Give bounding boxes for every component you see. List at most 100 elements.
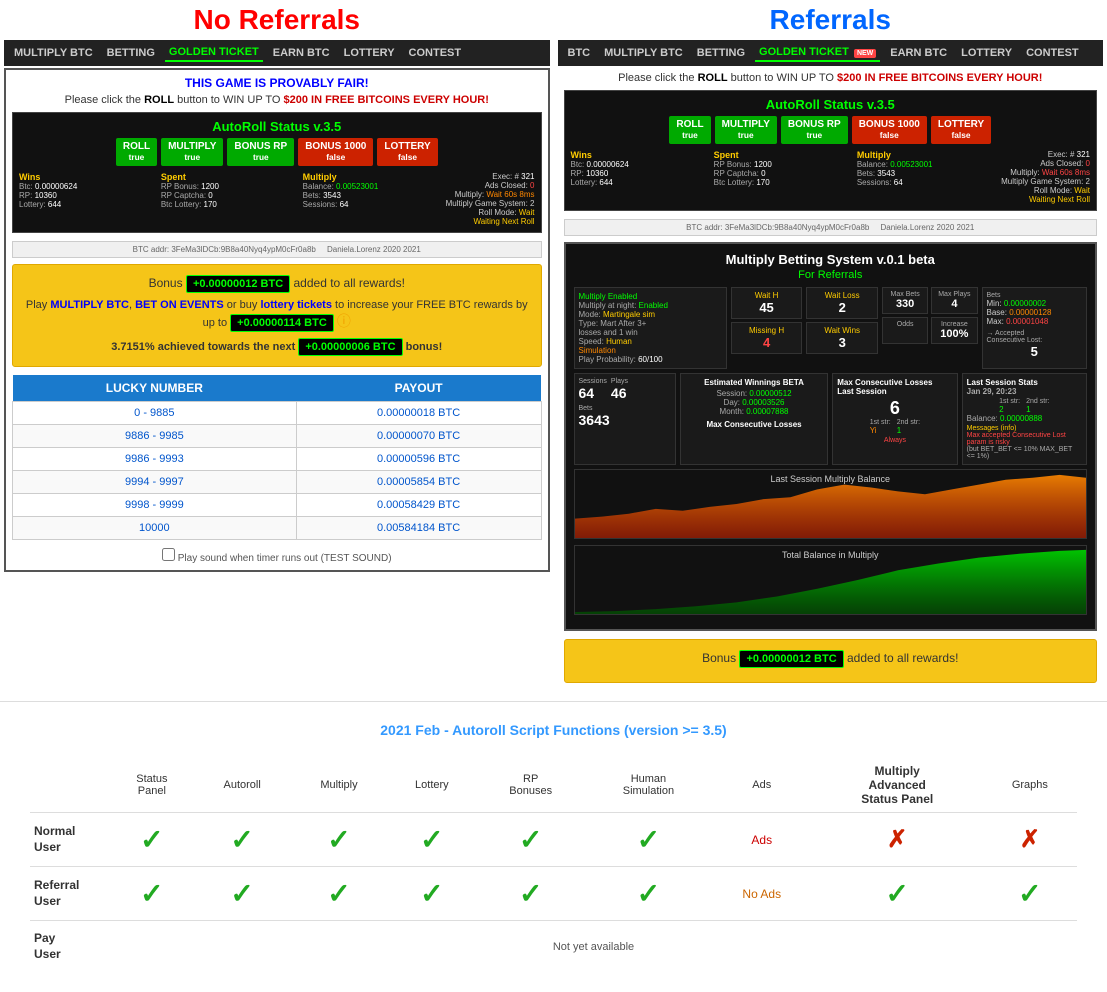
referrals-title: Referrals <box>558 4 1104 36</box>
referral-ads: No Ads <box>712 867 812 921</box>
right-nav: BTC MULTIPLY BTC BETTING GOLDEN TICKET N… <box>558 40 1104 66</box>
lottery-tickets-link-left[interactable]: lottery tickets <box>260 299 332 311</box>
wallet-bar-left: BTC addr: 3FeMa3lDCb:9B8a40Nyq4ypM0cFr0a… <box>12 241 542 258</box>
bets-info-box: Bets Min: 0.00000002 Base: 0.00000128 Ma… <box>982 287 1088 369</box>
nav-contest-left[interactable]: CONTEST <box>405 45 466 61</box>
referral-status-panel: ✓ <box>110 867 194 921</box>
header-lottery: Lottery <box>387 758 476 813</box>
header-graphs: Graphs <box>983 758 1077 813</box>
payout-table-left: LUCKY NUMBER PAYOUT 0 - 9885 0.00000018 … <box>12 375 542 540</box>
pay-user-not-available: Not yet available <box>110 921 1077 973</box>
normal-graphs: ✗ <box>983 813 1077 867</box>
normal-user-row: NormalUser ✓ ✓ ✓ ✓ ✓ ✓ Ads ✗ ✗ <box>30 813 1077 867</box>
multiply-settings: Multiply Enabled Multiply at night: Enab… <box>574 287 727 369</box>
nav-golden-ticket-right[interactable]: GOLDEN TICKET NEW <box>755 44 880 62</box>
increase-box: Increase 100% <box>931 317 977 344</box>
wait-h-box: Wait H 45 <box>731 287 803 319</box>
normal-ads: Ads <box>712 813 812 867</box>
referral-lottery: ✓ <box>387 867 476 921</box>
referral-graphs: ✓ <box>983 867 1077 921</box>
bonus1000-btn-right[interactable]: BONUS 1000false <box>852 116 927 144</box>
wallet-bar-right: BTC addr: 3FeMa3lDCb:9B8a40Nyq4ypM0cFr0a… <box>564 219 1098 236</box>
nav-earn-btc-left[interactable]: EARN BTC <box>269 45 334 61</box>
header-multiply: Multiply <box>291 758 388 813</box>
normal-autoroll: ✓ <box>194 813 291 867</box>
exec-info-left: Exec: # 321 Ads Closed: 0 Multiply: Wait… <box>445 172 535 226</box>
pay-user-row: PayUser Not yet available <box>30 921 1077 973</box>
roll-instruction-left: Please click the ROLL button to WIN UP T… <box>12 94 542 106</box>
referral-multiply-advanced: ✓ <box>812 867 983 921</box>
sound-checkbox-left[interactable] <box>162 548 175 561</box>
bonus-rp-btn-right[interactable]: BONUS RPtrue <box>781 116 848 144</box>
wait-loss-box: Wait Loss 2 <box>806 287 878 319</box>
normal-human-sim: ✓ <box>585 813 712 867</box>
header-autoroll: Autoroll <box>194 758 291 813</box>
autoroll-stats-right: Wins Btc: 0.00000624 RP: 10360 Lottery: … <box>571 150 993 204</box>
roll-btn-right[interactable]: ROLLtrue <box>669 116 710 144</box>
comparison-table: Status Panel Autoroll Multiply Lottery R… <box>30 758 1077 972</box>
bet-events-link-left[interactable]: BET ON EVENTS <box>135 299 224 311</box>
multiply-balance-chart: Last Session Multiply Balance <box>574 469 1088 539</box>
normal-rp-bonuses: ✓ <box>476 813 585 867</box>
nav-multiply-right[interactable]: MULTIPLY BTC <box>600 45 687 61</box>
lottery-btn-left[interactable]: LOTTERYfalse <box>377 138 437 166</box>
header-multiply-advanced: Multiply Advanced Status Panel <box>812 758 983 813</box>
multiply-btn-right[interactable]: MULTIPLYtrue <box>715 116 777 144</box>
bonus-progress-left: 3.7151% achieved towards the next +0.000… <box>25 338 529 356</box>
roll-btn-left[interactable]: ROLLtrue <box>116 138 157 166</box>
left-nav: MULTIPLY BTC BETTING GOLDEN TICKET EARN … <box>4 40 550 66</box>
normal-status-panel: ✓ <box>110 813 194 867</box>
referral-user-row: ReferralUser ✓ ✓ ✓ ✓ ✓ ✓ No Ads ✓ ✓ <box>30 867 1077 921</box>
right-panel: Referrals BTC MULTIPLY BTC BETTING GOLDE… <box>554 0 1107 701</box>
last-session-stats: Last Session StatsJan 29, 20:23 1st str:… <box>962 373 1087 465</box>
table-row: 0 - 9885 0.00000018 BTC <box>13 402 542 425</box>
top-section: No Referrals MULTIPLY BTC BETTING GOLDEN… <box>0 0 1107 701</box>
normal-lottery: ✓ <box>387 813 476 867</box>
table-row: 9986 - 9993 0.00000596 BTC <box>13 448 542 471</box>
referral-human-sim: ✓ <box>585 867 712 921</box>
multiply-btn-left[interactable]: MULTIPLYtrue <box>161 138 223 166</box>
chart1-label: Last Session Multiply Balance <box>770 474 890 484</box>
referral-multiply: ✓ <box>291 867 388 921</box>
header-status-panel: Status Panel <box>110 758 194 813</box>
nav-betting-left[interactable]: BETTING <box>103 45 159 61</box>
nav-betting-right[interactable]: BETTING <box>693 45 749 61</box>
estimated-winnings: Estimated Winnings BETA Session: 0.00000… <box>680 373 828 465</box>
table-row: 9998 - 9999 0.00058429 BTC <box>13 494 542 517</box>
no-referrals-title: No Referrals <box>4 4 550 36</box>
nav-lottery-left[interactable]: LOTTERY <box>340 45 399 61</box>
bonus1000-btn-left[interactable]: BONUS 1000false <box>298 138 373 166</box>
bonus-box-right: Bonus +0.00000012 BTC added to all rewar… <box>564 639 1098 683</box>
left-game-panel: THIS GAME IS PROVABLY FAIR! Please click… <box>4 68 550 572</box>
header-ads: Ads <box>712 758 812 813</box>
multiply-btc-link-left[interactable]: MULTIPLY BTC <box>50 299 129 311</box>
payout-header-payout: PAYOUT <box>296 375 541 402</box>
messages-info: Messages (info) <box>967 425 1082 432</box>
nav-lottery-right[interactable]: LOTTERY <box>957 45 1016 61</box>
sessions-plays-bets: Sessions 64 Plays 46 Bets 3643 <box>574 373 676 465</box>
left-panel: No Referrals MULTIPLY BTC BETTING GOLDEN… <box>0 0 554 701</box>
nav-btc-right[interactable]: BTC <box>564 45 595 61</box>
missing-h-box: Missing H 4 <box>731 322 803 354</box>
autoroll-buttons-left: ROLLtrue MULTIPLYtrue BONUS RPtrue BONUS… <box>19 138 535 166</box>
wins-btc-left: 0.00000624 <box>35 182 77 191</box>
bonus-line1-left: Bonus +0.00000012 BTC added to all rewar… <box>25 275 529 293</box>
comparison-header-row: Status Panel Autoroll Multiply Lottery R… <box>30 758 1077 813</box>
bonus-box-left: Bonus +0.00000012 BTC added to all rewar… <box>12 264 542 367</box>
nav-multiply-btc-left[interactable]: MULTIPLY BTC <box>10 45 97 61</box>
autoroll-box-left: AutoRoll Status v.3.5 ROLLtrue MULTIPLYt… <box>12 112 542 233</box>
sound-check-left: Play sound when timer runs out (TEST SOU… <box>12 548 542 564</box>
nav-earn-btc-right[interactable]: EARN BTC <box>886 45 951 61</box>
bonus-amount2-left: +0.00000114 BTC <box>230 314 334 332</box>
max-plays-box: Max Plays 4 <box>931 287 977 314</box>
comparison-section: 2021 Feb - Autoroll Script Functions (ve… <box>0 701 1107 992</box>
provably-fair-text: THIS GAME IS PROVABLY FAIR! <box>12 76 542 90</box>
lottery-btn-right[interactable]: LOTTERYfalse <box>931 116 991 144</box>
bonus-rp-btn-left[interactable]: BONUS RPtrue <box>227 138 294 166</box>
normal-multiply-advanced: ✗ <box>812 813 983 867</box>
autoroll-box-right: AutoRoll Status v.3.5 ROLLtrue MULTIPLYt… <box>564 90 1098 211</box>
nav-golden-ticket-left[interactable]: GOLDEN TICKET <box>165 44 263 62</box>
referral-autoroll: ✓ <box>194 867 291 921</box>
nav-contest-right[interactable]: CONTEST <box>1022 45 1083 61</box>
referral-user-label: ReferralUser <box>30 867 110 921</box>
